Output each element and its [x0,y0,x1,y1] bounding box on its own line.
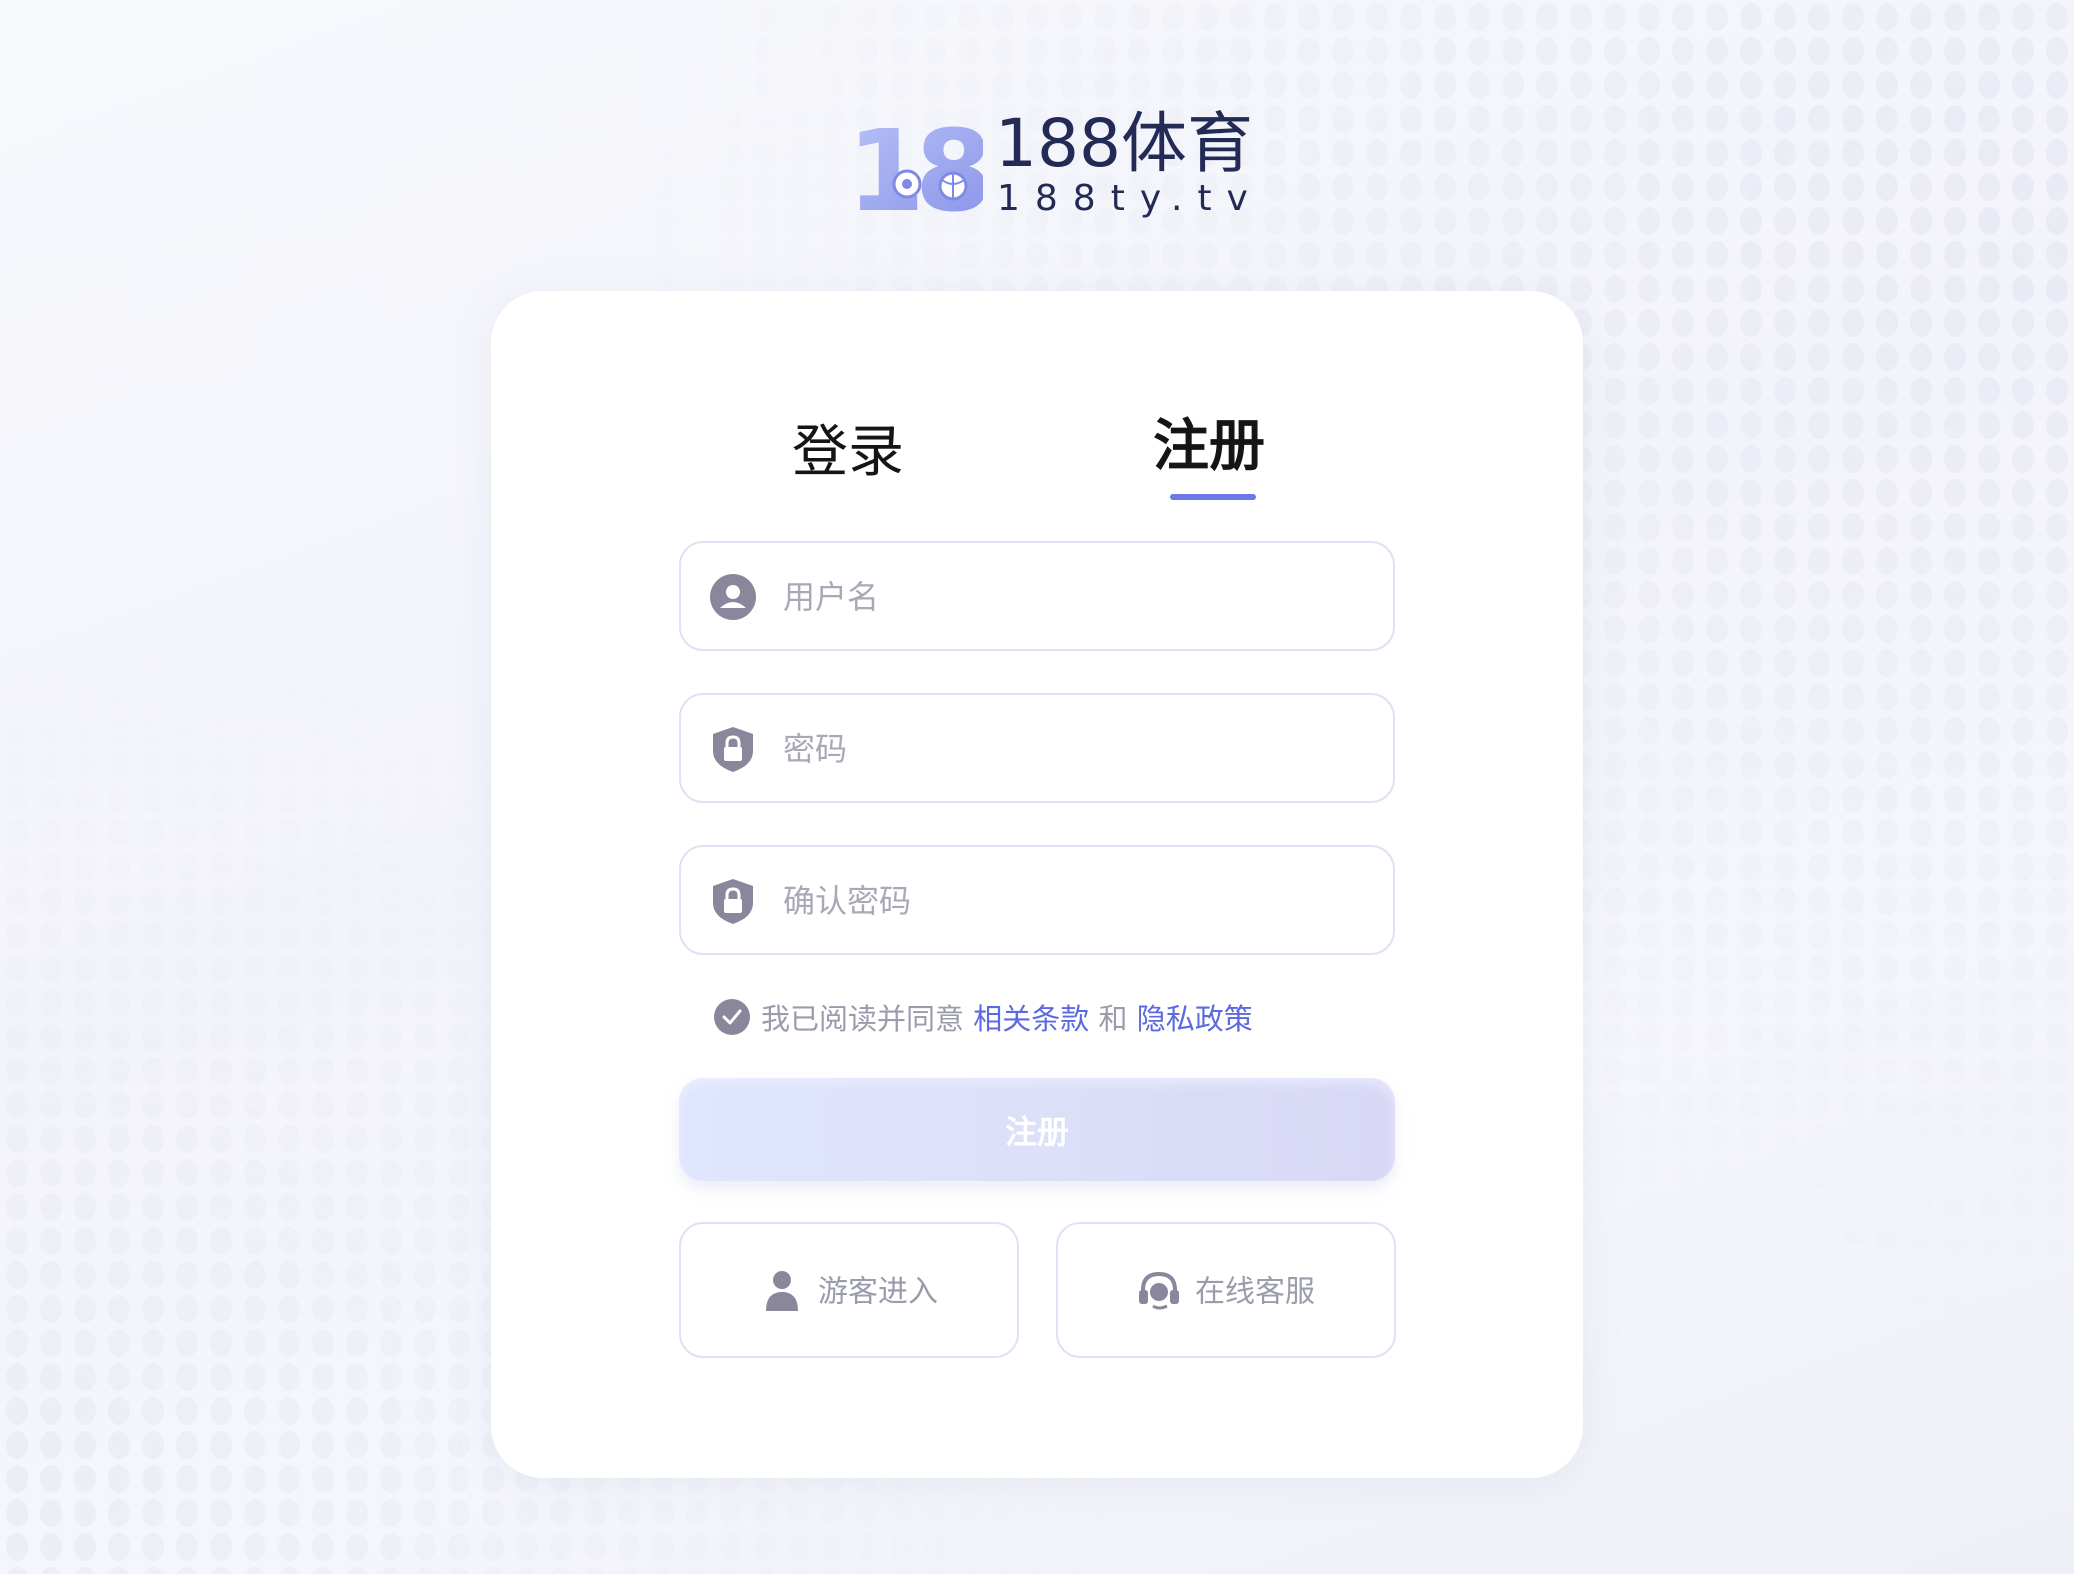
online-support-label: 在线客服 [1195,1274,1315,1310]
confirm-password-input[interactable] [783,871,1363,931]
agreement-row: 我已阅读并同意 相关条款 和 隐私政策 [713,997,1253,1037]
password-input[interactable] [783,719,1363,779]
brand-domain: 188ty.tv [997,178,1263,219]
headset-icon [1139,1271,1179,1309]
lock-shield-icon [713,879,753,924]
agreement-checkbox[interactable] [713,998,751,1036]
username-field[interactable] [679,541,1395,651]
tab-login[interactable]: 登录 [792,421,904,485]
brand-name: 188体育 [995,105,1253,182]
password-field[interactable] [679,693,1395,803]
confirm-password-field[interactable] [679,845,1395,955]
brand-logo: 188 188体育 188ty.tv [847,108,1253,221]
online-support-button[interactable]: 在线客服 [1056,1222,1396,1358]
terms-link[interactable]: 相关条款 [973,1002,1089,1036]
lock-shield-icon [713,727,753,772]
agreement-joiner: 和 [1098,1002,1128,1036]
tab-register[interactable]: 注册 [1153,415,1265,479]
register-button[interactable]: 注册 [679,1078,1395,1181]
username-input[interactable] [783,567,1363,627]
user-icon [710,574,756,620]
agreement-text: 我已阅读并同意 [761,1002,965,1036]
active-tab-indicator [1170,494,1256,500]
privacy-link[interactable]: 隐私政策 [1137,1002,1253,1036]
auth-card: 登录 注册 我已阅读并同意 相关条款 和 隐私政策 [491,291,1583,1478]
guest-user-icon [766,1270,798,1311]
guest-entry-label: 游客进入 [818,1274,938,1310]
guest-entry-button[interactable]: 游客进入 [679,1222,1019,1358]
brand-mark-text: 188 [847,114,983,220]
brand-logo-mark: 188 [847,114,983,220]
